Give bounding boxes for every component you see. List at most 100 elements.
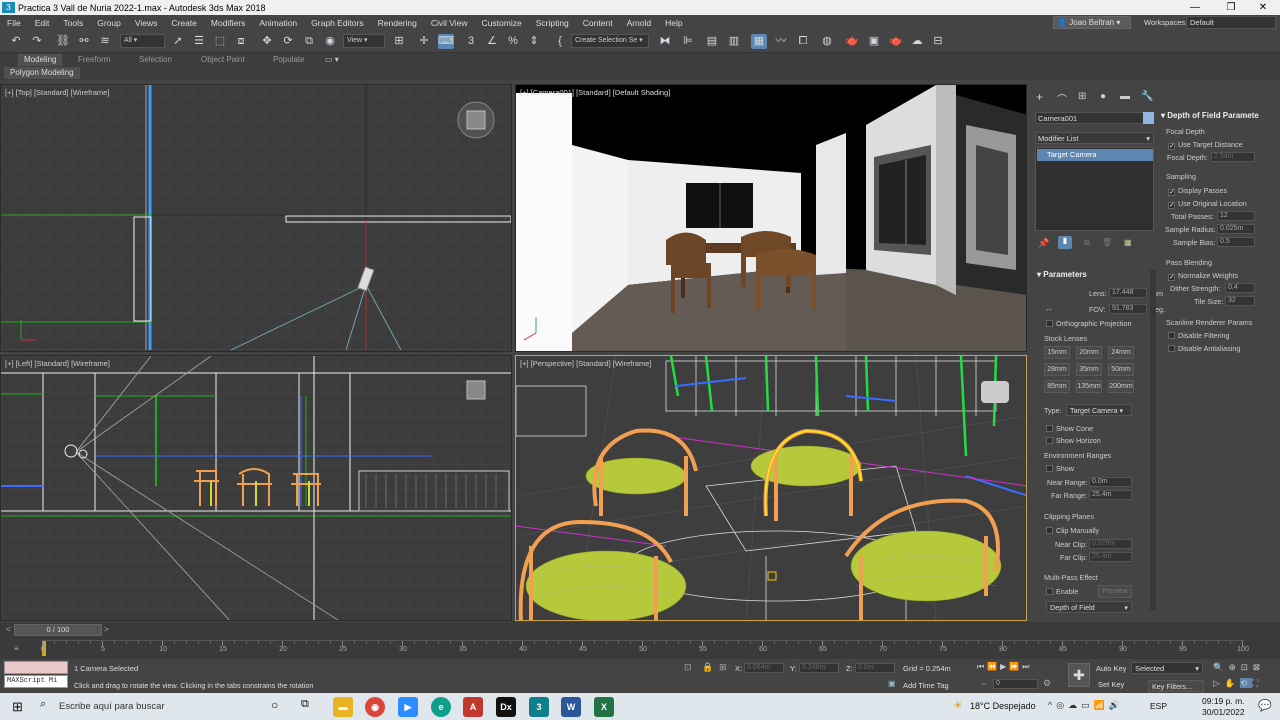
a360-gallery-icon[interactable]: ⊟ [930,34,946,49]
snaps-toggle-icon[interactable]: 3 [463,34,479,49]
next-frame-icon[interactable]: ⏩ [1009,662,1022,671]
dither-strength-spinner[interactable]: 0.4 [1225,283,1255,293]
autocad-icon[interactable]: A [463,697,483,717]
weather-text[interactable]: 18°C Despejado [970,701,1036,711]
zoom-extents-all-icon[interactable]: ⊠ [1253,662,1265,672]
menu-modifiers[interactable]: Modifiers [204,18,252,28]
user-account-dropdown[interactable]: 👤 Joao Beltran ▾ [1053,16,1131,29]
go-to-start-icon[interactable]: ⏮ [977,662,987,671]
word-icon[interactable]: W [561,697,581,717]
lens-35mm-button[interactable]: 35mm [1076,363,1102,376]
reference-coordinate-dropdown[interactable]: View ▾ [343,34,385,48]
lens-85mm-button[interactable]: 85mm [1044,380,1070,393]
viewport-top-label[interactable]: [+] [Top] [Standard] [Wireframe] [5,88,109,97]
menu-arnold[interactable]: Arnold [620,18,659,28]
excel-icon[interactable]: X [594,697,614,717]
fov-direction-icon[interactable]: ↔ [1045,304,1053,313]
absolute-mode-icon[interactable]: ⊞ [719,662,727,673]
scale-icon[interactable]: ⧉ [301,34,317,49]
lens-24mm-button[interactable]: 24mm [1108,346,1134,359]
notifications-icon[interactable]: 💬 [1258,699,1272,712]
clip-manually-checkbox[interactable]: Clip Manually [1046,526,1099,535]
tab-freeform[interactable]: Freeform [72,54,116,66]
orbit-icon[interactable]: ⟲ [1240,678,1253,688]
lens-20mm-button[interactable]: 20mm [1076,346,1102,359]
disable-antialiasing-checkbox[interactable]: Disable Antialiasing [1168,344,1240,353]
configure-modifier-sets-icon[interactable]: ▦ [1124,238,1132,247]
near-range-spinner[interactable]: 0.0m [1089,477,1132,487]
key-selection-dropdown[interactable]: Selected ▾ [1131,662,1203,674]
track-bar[interactable]: 0 5 10 15 20 25 30 35 40 45 50 55 60 65 70 75 80 85 90 95 10… [41,640,1249,656]
total-passes-spinner[interactable]: 12 [1217,211,1255,221]
normalize-weights-checkbox[interactable]: ✓ Normalize Weights [1168,271,1238,281]
make-unique-icon[interactable]: ⧉ [1084,238,1090,248]
lens-spinner[interactable]: 17.448 [1109,288,1147,298]
bind-space-warp-icon[interactable]: ≋ [97,34,113,49]
panel-scrollbar[interactable] [1150,270,1156,610]
env-show-checkbox[interactable]: Show [1046,464,1074,473]
time-prev-icon[interactable]: < [6,625,11,634]
zoom-all-icon[interactable]: ⊕ [1229,662,1241,672]
zoom-icon[interactable]: 🔍 [1213,662,1229,672]
named-selection-sets-dropdown[interactable]: Create Selection Se ▾ [571,34,649,48]
tab-modeling[interactable]: Modeling [18,54,63,66]
current-frame-field[interactable]: 0 [993,679,1038,689]
menu-tools[interactable]: Tools [56,18,90,28]
menu-views[interactable]: Views [128,18,165,28]
key-mode-icon[interactable]: ⇔ [980,679,988,688]
key-filters-button[interactable]: Key Filters... [1148,680,1204,692]
orthographic-checkbox[interactable]: Orthographic Projection [1046,319,1132,328]
show-cone-checkbox[interactable]: Show Cone [1046,424,1093,433]
viewport-perspective[interactable]: [+] [Perspective] [Standard] [Wireframe] [515,355,1027,621]
layer-explorer-icon[interactable]: ▥ [726,34,742,49]
set-keys-icon[interactable]: ✚ [1068,663,1090,687]
select-manipulate-icon[interactable]: ✛ [416,34,432,49]
dof-rollout-header[interactable]: ▾ Depth of Field Paramete [1161,111,1259,120]
create-panel-icon[interactable]: + [1036,90,1043,104]
utilities-panel-icon[interactable]: 🔧 [1141,91,1153,102]
align-icon[interactable]: ⊫ [680,34,696,49]
sample-bias-spinner[interactable]: 0.5 [1217,237,1255,247]
menu-civil-view[interactable]: Civil View [424,18,475,28]
3dsmax-taskbar-icon[interactable]: 3 [529,697,549,717]
display-passes-checkbox[interactable]: ✓ Display Passes [1168,186,1227,196]
network-icon[interactable]: 📶 [1094,700,1109,710]
tab-object-paint[interactable]: Object Paint [195,54,251,66]
task-view-icon[interactable]: ⧉ [301,698,309,711]
y-coord-field[interactable]: 5.246m [799,663,839,673]
clock-time[interactable]: 09:19 p. m. [1202,696,1245,706]
display-panel-icon[interactable]: ▬ [1120,91,1130,102]
dx-app-icon[interactable]: Dx [496,697,516,717]
viewport-top[interactable]: [+] [Top] [Standard] [Wireframe] [0,84,512,352]
link-icon[interactable]: ⛓ [55,34,71,49]
cortana-icon[interactable]: ○ [271,698,278,712]
search-icon[interactable]: ⌕ [40,698,46,711]
viewport-left[interactable]: [+] [Left] [Standard] [Wireframe] [0,355,512,621]
tile-size-spinner[interactable]: 32 [1225,296,1255,306]
menu-help[interactable]: Help [658,18,689,28]
zoom-app-icon[interactable]: ▶ [398,697,418,717]
parameters-rollout-header[interactable]: ▾ Parameters [1037,270,1087,279]
far-clip-spinner[interactable]: 25.4m [1089,552,1132,562]
multipass-effect-dropdown[interactable]: Depth of Field ▾ [1046,601,1132,613]
curve-editor-icon[interactable]: 〰 [773,34,789,49]
tray-battery-icon[interactable]: ▭ [1081,700,1094,710]
preview-button[interactable]: Preview [1098,585,1132,598]
modifier-list-dropdown[interactable]: Modifier List ▾ [1035,132,1154,144]
remove-modifier-icon[interactable]: 🗑 [1102,238,1112,247]
render-production-icon[interactable]: 🫖 [888,34,904,49]
menu-rendering[interactable]: Rendering [371,18,424,28]
use-original-location-checkbox[interactable]: ✓ Use Original Location [1168,199,1247,209]
menu-file[interactable]: File [0,18,28,28]
lens-135mm-button[interactable]: 135mm [1076,380,1102,393]
keyboard-language[interactable]: ESP [1150,701,1167,711]
rotate-icon[interactable]: ⟳ [280,34,296,49]
add-time-tag-button[interactable]: Add Time Tag [903,681,949,690]
pivot-center-icon[interactable]: ⊞ [391,34,407,49]
viewport-left-label[interactable]: [+] [Left] [Standard] [Wireframe] [5,359,110,368]
field-of-view-icon[interactable]: ▷ [1213,678,1225,688]
toggle-ribbon-icon[interactable]: ▦ [751,34,767,49]
selection-lock-icon[interactable]: 🔒 [702,662,713,673]
minimize-button[interactable]: — [1178,0,1212,15]
file-explorer-icon[interactable]: ▬ [333,697,353,717]
